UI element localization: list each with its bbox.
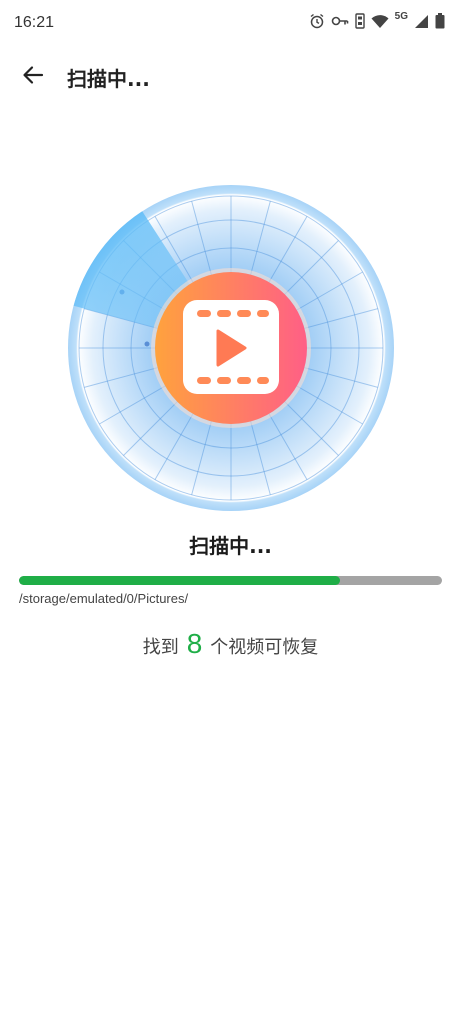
result-suffix: 个视频可恢复: [210, 637, 319, 658]
app-bar: 扫描中...: [0, 52, 461, 100]
radar-graphic: [68, 185, 394, 511]
page-title: 扫描中...: [67, 67, 150, 91]
result-prefix: 找到: [142, 637, 179, 658]
signal-icon: [414, 14, 429, 29]
status-icons: 5G: [309, 10, 445, 29]
result-count: 8: [186, 628, 203, 659]
network-label: 5G: [394, 10, 408, 22]
result-summary: 找到 8 个视频可恢复: [0, 628, 461, 660]
video-film-icon: [183, 300, 279, 394]
vpn-key-icon: [331, 14, 349, 28]
scan-status-label: 扫描中...: [189, 534, 272, 558]
battery-icon: [435, 13, 445, 29]
status-bar: 16:21 5G: [0, 0, 461, 50]
scan-progress-bar: [19, 576, 442, 585]
scan-progress-fill: [19, 576, 341, 585]
status-time: 16:21: [14, 14, 55, 31]
sim-icon: [354, 13, 365, 29]
alarm-icon: [309, 13, 325, 29]
scan-path: /storage/emulated/0/Pictures/: [19, 591, 189, 606]
radar-scanner: [67, 184, 395, 512]
back-button[interactable]: [16, 60, 50, 94]
arrow-left-icon: [22, 64, 44, 90]
wifi-icon: [371, 14, 389, 29]
